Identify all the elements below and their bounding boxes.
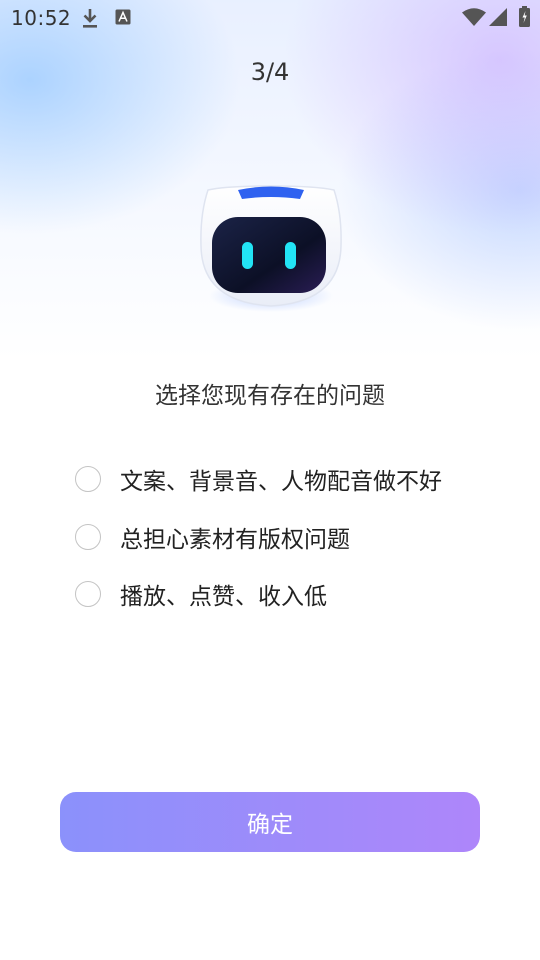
- options-list: 文案、背景音、人物配音做不好 总担心素材有版权问题 播放、点赞、收入低: [75, 460, 442, 633]
- signal-icon: [489, 8, 507, 26]
- option-copywriting-audio[interactable]: 文案、背景音、人物配音做不好: [75, 460, 442, 498]
- status-bar: 10:52: [0, 0, 540, 36]
- option-label: 文案、背景音、人物配音做不好: [120, 469, 442, 495]
- download-icon: [83, 9, 97, 28]
- font-icon: [115, 9, 131, 25]
- option-label: 播放、点赞、收入低: [120, 584, 327, 610]
- radio-button[interactable]: [75, 466, 101, 492]
- radio-button[interactable]: [75, 581, 101, 607]
- question-title: 选择您现有存在的问题: [155, 383, 385, 409]
- confirm-button[interactable]: 确定: [60, 792, 480, 852]
- status-time: 10:52: [11, 6, 72, 30]
- wifi-icon: [462, 8, 486, 26]
- robot-mascot-icon: [200, 185, 342, 312]
- option-low-engagement[interactable]: 播放、点赞、收入低: [75, 575, 442, 613]
- radio-button[interactable]: [75, 523, 101, 550]
- option-label: 总担心素材有版权问题: [120, 526, 350, 553]
- option-copyright-concern[interactable]: 总担心素材有版权问题: [75, 518, 442, 556]
- step-indicator: 3/4: [250, 58, 290, 86]
- battery-icon: [519, 6, 530, 27]
